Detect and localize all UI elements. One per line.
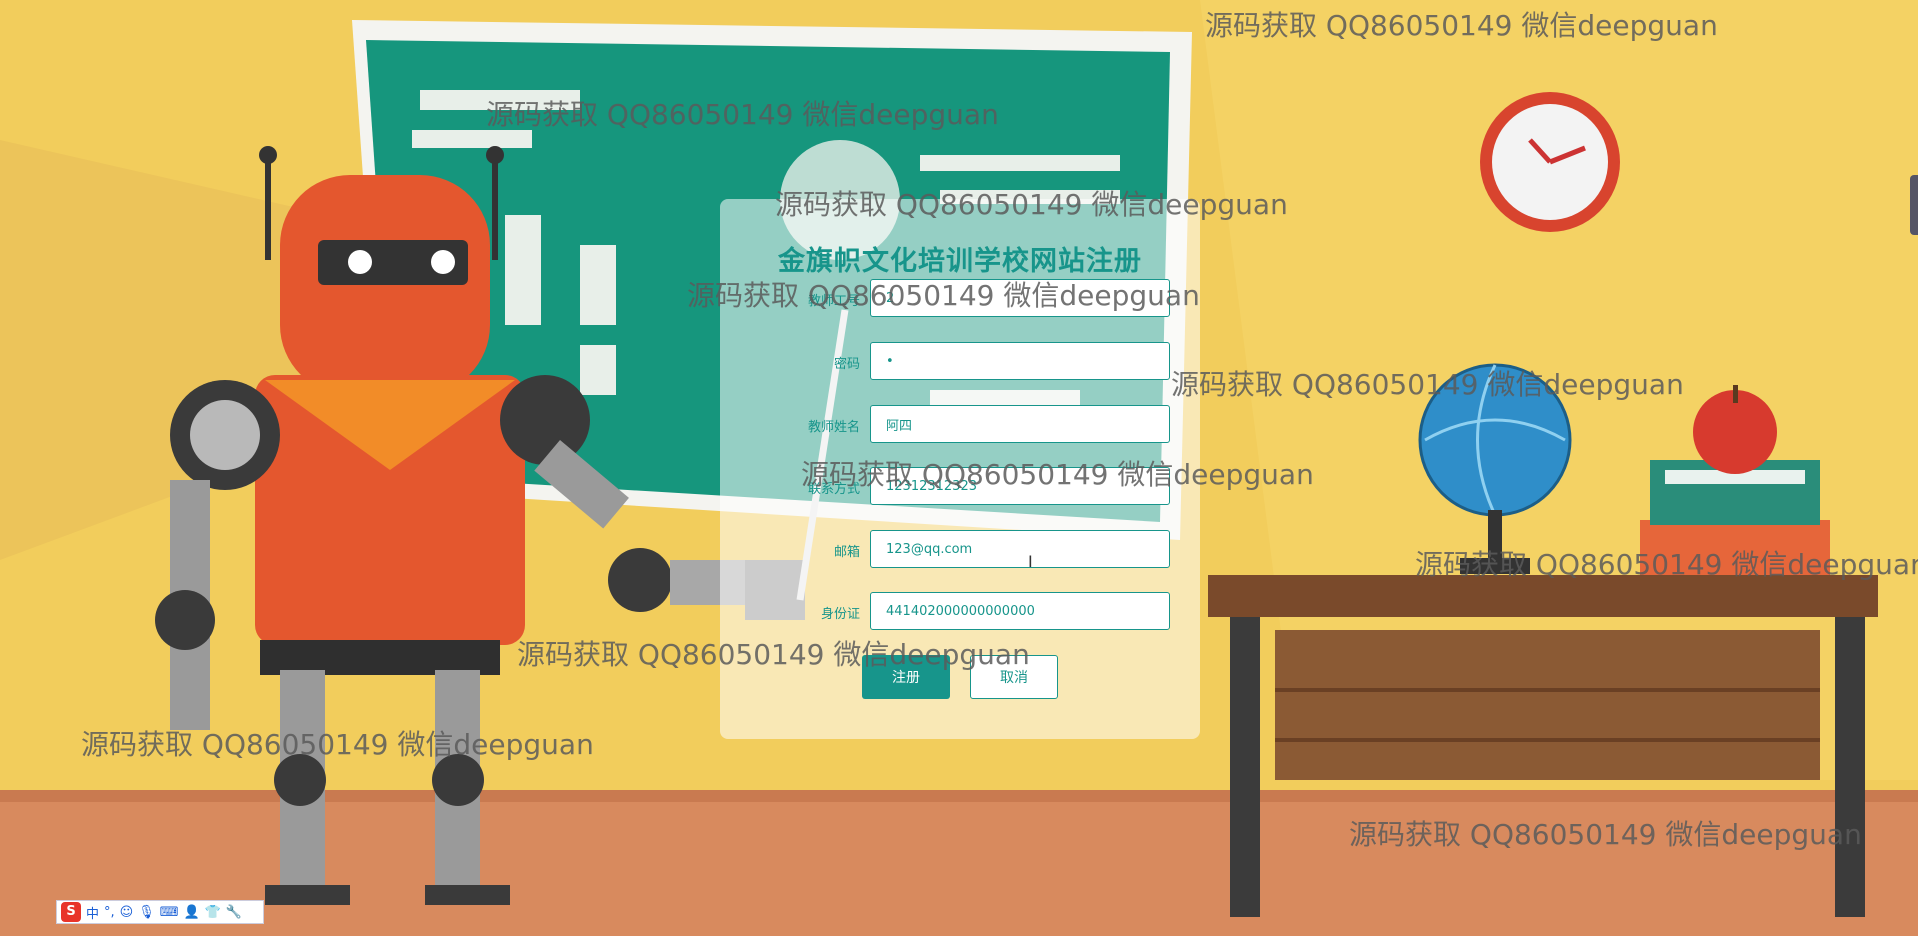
teacher-name-input[interactable] <box>870 405 1170 443</box>
shirt-icon[interactable]: 👕 <box>205 905 221 920</box>
wrench-icon[interactable]: 🔧 <box>226 905 242 920</box>
contact-input[interactable] <box>870 467 1170 505</box>
ime-punctuation-toggle[interactable]: °, <box>104 905 115 920</box>
id-card-label: 身份证 <box>820 607 860 622</box>
form-row-email: 邮箱 <box>720 530 1200 570</box>
ime-mode-toggle[interactable]: 中 <box>86 903 99 922</box>
cancel-button[interactable]: 取消 <box>970 655 1058 699</box>
ime-toolbar[interactable]: S 中 °, ☺ 🎙 ⌨ 👤 👕 🔧 <box>56 900 264 924</box>
side-panel-handle[interactable] <box>1910 175 1918 235</box>
email-label: 邮箱 <box>833 545 860 560</box>
emoji-icon[interactable]: ☺ <box>120 905 134 920</box>
email-input[interactable] <box>870 530 1170 568</box>
register-button[interactable]: 注册 <box>862 655 950 699</box>
user-icon[interactable]: 👤 <box>184 905 200 920</box>
teacher-name-label: 教师姓名 <box>807 420 860 435</box>
form-row-contact: 联系方式 <box>720 467 1200 507</box>
form-row-teacher-name: 教师姓名 <box>720 405 1200 445</box>
teacher-id-label: 教师工号 <box>807 294 860 309</box>
wall-clock <box>1480 92 1620 232</box>
register-form-panel: 金旗帜文化培训学校网站注册 教师工号 密码 教师姓名 联系方式 邮箱 身份证 注… <box>720 199 1200 739</box>
form-row-id-card: 身份证 <box>720 592 1200 632</box>
sogou-logo-icon[interactable]: S <box>61 902 81 922</box>
id-card-input[interactable] <box>870 592 1170 630</box>
password-input[interactable] <box>870 342 1170 380</box>
teacher-id-input[interactable] <box>870 279 1170 317</box>
keyboard-icon[interactable]: ⌨ <box>160 905 179 920</box>
microphone-icon[interactable]: 🎙 <box>138 905 155 920</box>
form-title: 金旗帜文化培训学校网站注册 <box>778 246 1142 277</box>
text-cursor-icon: I <box>1028 552 1033 571</box>
form-row-password: 密码 <box>720 342 1200 382</box>
password-label: 密码 <box>833 357 860 372</box>
contact-label: 联系方式 <box>807 482 860 497</box>
form-row-teacher-id: 教师工号 <box>720 279 1200 319</box>
